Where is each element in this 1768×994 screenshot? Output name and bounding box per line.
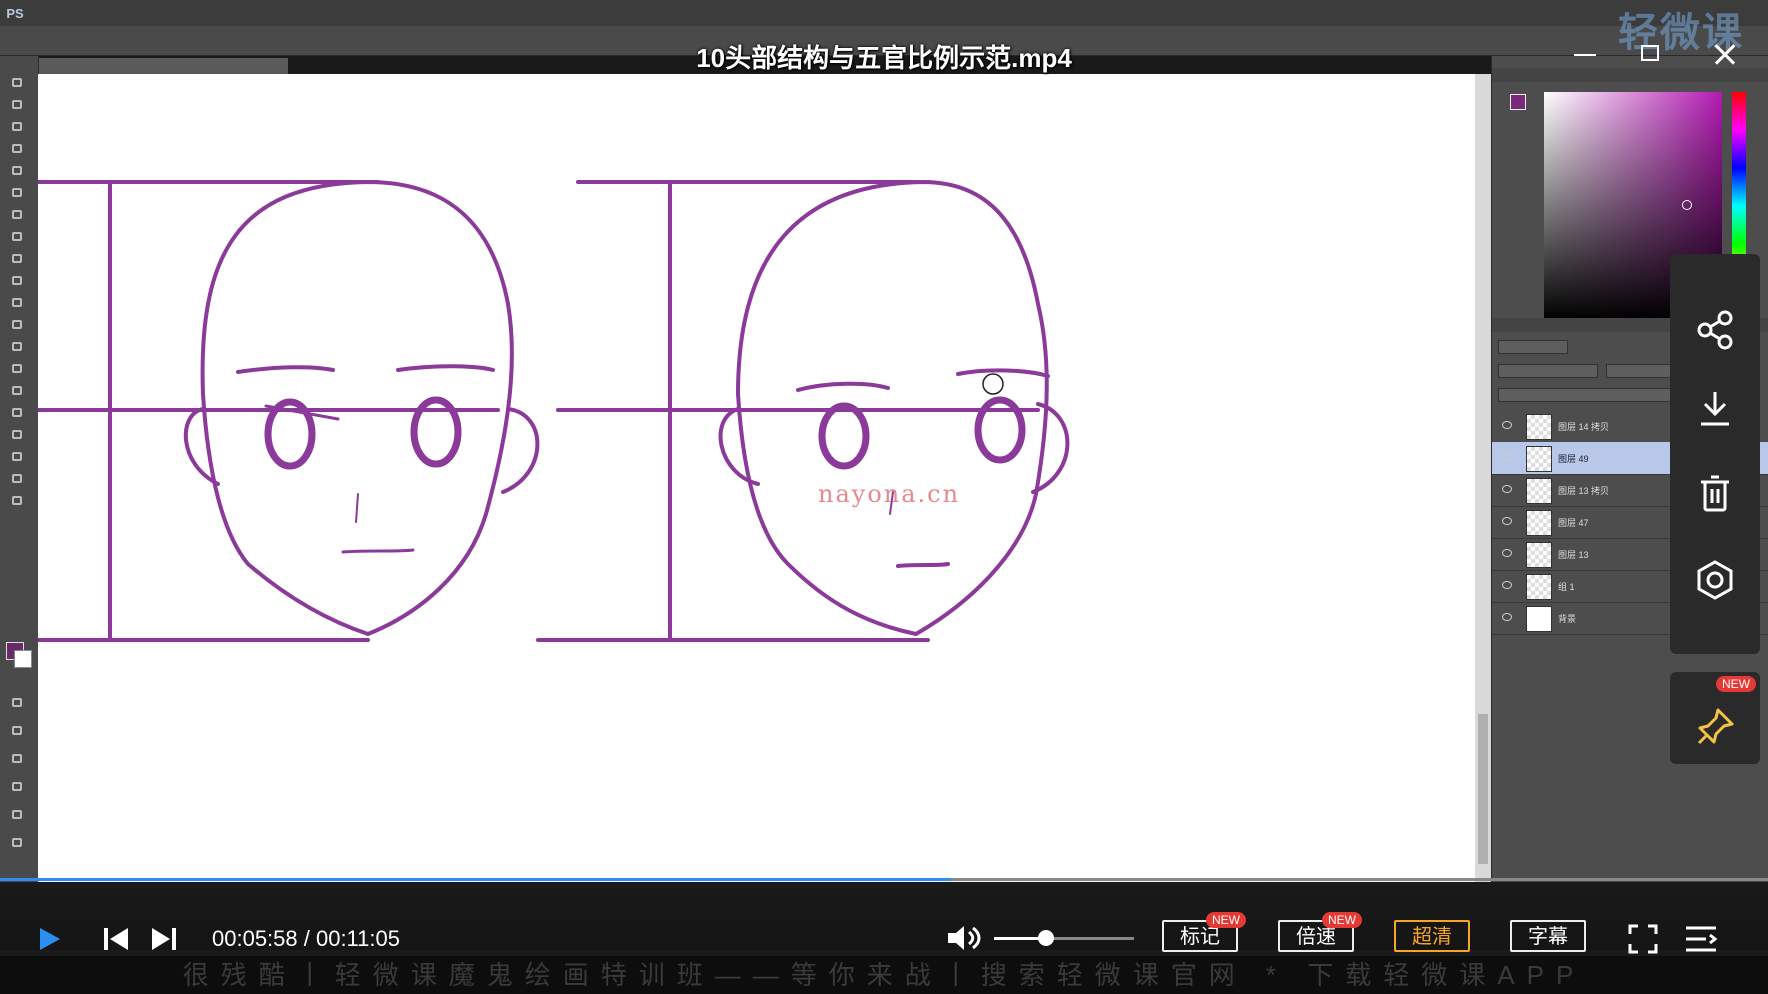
layer-thumbnail	[1526, 542, 1552, 568]
watermark-text: nayona.cn	[818, 480, 961, 508]
history-brush-tool-icon	[9, 274, 27, 288]
layer-filter-box	[1498, 340, 1568, 354]
download-button[interactable]	[1670, 368, 1760, 448]
progress-fill	[0, 878, 952, 881]
paragraph-tool-icon	[9, 780, 27, 794]
eye-icon[interactable]	[1502, 581, 1512, 589]
eye-icon[interactable]	[1502, 453, 1512, 461]
magic-wand-tool-icon	[9, 142, 27, 156]
delete-button[interactable]	[1670, 454, 1760, 534]
ps-menubar: PS	[0, 0, 1768, 26]
marquee-banner: 很残酷丨轻微课魔鬼绘画特训班——等你来战丨搜索轻微课官网 * 下载轻微课APP	[0, 956, 1768, 994]
head-proportion-drawing	[36, 180, 1070, 642]
fullscreen-button[interactable]	[1628, 924, 1658, 954]
video-title: 10头部结构与五官比例示范.mp4	[696, 43, 1072, 73]
playlist-icon	[1686, 926, 1718, 952]
blur-tool-icon	[9, 340, 27, 354]
pin-new-badge: NEW	[1716, 676, 1756, 692]
delete-icon	[1701, 475, 1729, 512]
healing-tool-icon	[9, 208, 27, 222]
share-button[interactable]	[1670, 290, 1760, 370]
eye-icon[interactable]	[1502, 613, 1512, 621]
zoom-tool-icon	[9, 494, 27, 508]
eye-icon[interactable]	[1502, 549, 1512, 557]
layer-name: 图层 13 拷贝	[1558, 486, 1610, 496]
subtitle-button[interactable]: 字幕	[1510, 920, 1586, 952]
fullscreen-icon	[1628, 924, 1658, 954]
next-icon	[152, 928, 176, 950]
layer-name: 图层 13	[1558, 550, 1589, 560]
volume-icon	[948, 926, 981, 950]
ps-tools-panel	[0, 56, 39, 882]
eraser-tool-icon	[9, 296, 27, 310]
minimize-icon[interactable]	[1570, 40, 1602, 68]
layer-name: 图层 49	[1558, 454, 1589, 464]
canvas-scroll-thumb[interactable]	[1478, 714, 1488, 864]
layer-name: 背景	[1558, 614, 1577, 624]
hand-tool-icon	[9, 472, 27, 486]
side-action-bar	[1670, 254, 1760, 654]
canvas-scrollbar[interactable]	[1475, 74, 1491, 882]
close-icon[interactable]	[1710, 40, 1742, 68]
ps-canvas	[36, 74, 1488, 882]
play-icon	[40, 928, 60, 950]
pin-icon	[1697, 708, 1734, 745]
layer-name: 组 1	[1558, 582, 1575, 592]
layer-name: 图层 47	[1558, 518, 1589, 528]
pin-button[interactable]: NEW	[1670, 672, 1760, 764]
layer-thumbnail	[1526, 414, 1552, 440]
screen-mode-tool-icon	[9, 724, 27, 738]
crop-tool-icon	[9, 164, 27, 178]
eye-icon[interactable]	[1502, 485, 1512, 493]
dodge-tool-icon	[9, 362, 27, 376]
brush-tool-icon	[9, 230, 27, 244]
quality-button[interactable]: 超清	[1394, 920, 1470, 952]
mode-tool-icon	[9, 696, 27, 710]
previous-icon	[104, 928, 128, 950]
stamp-tool-icon	[9, 252, 27, 266]
time-display: 00:05:58 / 00:11:05	[212, 926, 400, 951]
volume-button[interactable]	[946, 922, 982, 954]
pen-tool-icon	[9, 384, 27, 398]
layer-thumbnail	[1526, 606, 1552, 632]
mark-new-badge: NEW	[1206, 912, 1246, 928]
gradient-tool-icon	[9, 318, 27, 332]
eyedropper-tool-icon	[9, 186, 27, 200]
color-picker-cursor	[1682, 200, 1692, 210]
layer-thumbnail	[1526, 510, 1552, 536]
type-tool-icon	[9, 406, 27, 420]
extra-tool-icon	[9, 752, 27, 766]
eye-icon[interactable]	[1502, 421, 1512, 429]
speed-new-badge: NEW	[1322, 912, 1362, 928]
share-icon	[1697, 310, 1733, 350]
layer-thumbnail	[1526, 446, 1552, 472]
layer-thumbnail	[1526, 574, 1552, 600]
volume-knob[interactable]	[1037, 930, 1054, 946]
next-button[interactable]	[150, 926, 178, 952]
layer-name: 图层 14 拷贝	[1558, 422, 1610, 432]
layer-thumbnail	[1526, 478, 1552, 504]
eye-icon[interactable]	[1502, 517, 1512, 525]
background-swatch	[14, 650, 32, 668]
ps-logo: PS	[6, 5, 24, 21]
settings-button[interactable]	[1670, 540, 1760, 620]
pilcrow-tool-icon	[9, 836, 27, 850]
shape-tool-icon	[9, 450, 27, 464]
playlist-button[interactable]	[1684, 924, 1718, 954]
previous-button[interactable]	[102, 926, 130, 952]
settings-icon	[1697, 560, 1733, 600]
move-tool-icon	[9, 76, 27, 90]
path-select-tool-icon	[9, 428, 27, 442]
maximize-icon[interactable]	[1636, 40, 1668, 68]
lasso-tool-icon	[9, 120, 27, 134]
panel-foreground-color	[1510, 94, 1526, 110]
blend-mode-select	[1498, 364, 1598, 378]
marquee-tool-icon	[9, 98, 27, 112]
character-tool-icon	[9, 808, 27, 822]
play-button[interactable]	[38, 926, 62, 952]
download-icon	[1701, 392, 1729, 426]
